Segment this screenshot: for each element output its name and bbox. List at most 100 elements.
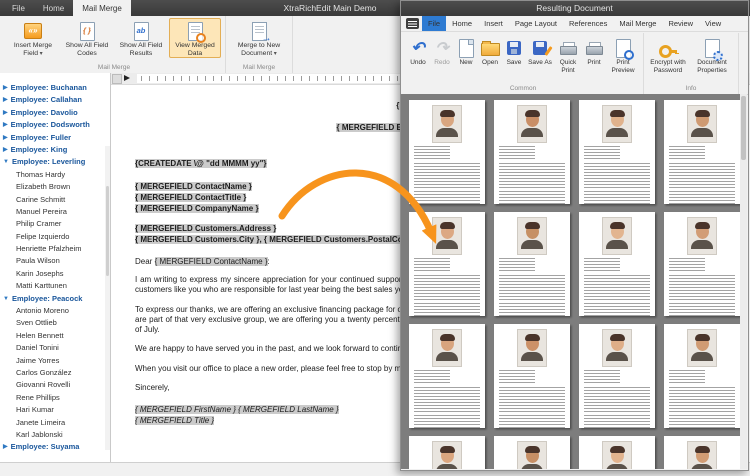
employee-tree-item[interactable]: Employee: Callahan <box>0 94 110 106</box>
employee-tree-item[interactable]: Carlos González <box>0 367 110 379</box>
employee-tree-item[interactable]: Jaime Yorres <box>0 355 110 367</box>
new-document-icon <box>458 38 474 58</box>
group-caption: Common <box>509 85 537 92</box>
employee-tree-item[interactable]: Philip Cramer <box>0 218 110 230</box>
open-button[interactable]: Open <box>478 35 502 68</box>
right-ribbon: Undo Redo New Open <box>401 32 748 95</box>
save-as-icon <box>533 38 547 58</box>
document-page-thumbnail[interactable] <box>579 212 655 316</box>
ribbon-tab[interactable]: Home <box>446 16 478 31</box>
employee-tree-item[interactable]: Karin Josephs <box>0 268 110 280</box>
employee-tree-item[interactable]: Felipe Izquierdo <box>0 231 110 243</box>
employee-tree-item[interactable]: Antonio Moreno <box>0 305 110 317</box>
text-lines <box>499 415 565 428</box>
employee-tree-item[interactable]: Employee: Suyama <box>0 441 110 453</box>
document-page-thumbnail[interactable] <box>409 324 485 428</box>
merge-field: { MERGEFIELD Customers.City }, { MERGEFI… <box>135 235 412 244</box>
document-page-thumbnail[interactable] <box>494 100 570 204</box>
document-page-thumbnail[interactable] <box>664 324 740 428</box>
employee-tree-item[interactable]: Employee: Leverling <box>0 156 110 168</box>
employee-tree-item[interactable]: Daniel Tonini <box>0 342 110 354</box>
ribbon-tab[interactable]: View <box>699 16 727 31</box>
employee-tree-item[interactable]: Employee: Peacock <box>0 293 110 305</box>
vertical-scrollbar[interactable] <box>740 94 747 469</box>
ribbon-tab[interactable]: Home <box>34 0 73 16</box>
ribbon-tab[interactable]: Mail Merge <box>73 0 131 16</box>
employee-tree-item[interactable]: Paula Wilson <box>0 255 110 267</box>
text-lines <box>584 191 650 204</box>
text-lines <box>414 370 451 383</box>
indent-marker-icon[interactable] <box>124 75 130 81</box>
employee-tree-item[interactable]: Employee: Buchanan <box>0 82 110 94</box>
ribbon-tab[interactable]: Mail Merge <box>613 16 662 31</box>
employee-tree-item[interactable]: Rene Phillips <box>0 392 110 404</box>
text-lines <box>414 303 480 316</box>
document-page-thumbnail[interactable] <box>409 212 485 316</box>
employee-tree-item[interactable]: Employee: Dodsworth <box>0 119 110 131</box>
sidebar-scrollbar[interactable] <box>105 146 110 450</box>
document-page-thumbnail[interactable] <box>664 436 740 469</box>
app-menu-icon[interactable] <box>406 18 419 29</box>
employee-tree-item[interactable]: Carine Schmitt <box>0 194 110 206</box>
employee-tree-item[interactable]: Giovanni Rovelli <box>0 379 110 391</box>
ribbon-group-mail-merge-1: Insert Merge Field Show All Field Codes … <box>3 16 226 73</box>
document-page-thumbnail[interactable] <box>409 436 485 469</box>
employee-tree-item[interactable]: Helen Bennett <box>0 330 110 342</box>
undo-button[interactable]: Undo <box>406 35 430 68</box>
show-all-field-results-button[interactable]: Show All Field Results <box>115 18 167 58</box>
print-button[interactable]: Print <box>582 35 606 68</box>
text-lines <box>414 387 480 412</box>
employee-tree-item[interactable]: Karl Jablonski <box>0 429 110 441</box>
document-page-thumbnail[interactable] <box>664 212 740 316</box>
employee-tree-item[interactable]: Elizabeth Brown <box>0 181 110 193</box>
document-page-thumbnail[interactable] <box>579 436 655 469</box>
document-page-thumbnail[interactable] <box>579 100 655 204</box>
document-page-thumbnail[interactable] <box>494 324 570 428</box>
save-button[interactable]: Save <box>502 35 526 68</box>
employee-tree-item[interactable]: Manuel Pereira <box>0 206 110 218</box>
text-lines <box>584 303 650 316</box>
text-lines <box>499 191 565 204</box>
employee-tree-item[interactable]: Employee: King <box>0 144 110 156</box>
employee-tree-item[interactable]: Henriette Pfalzheim <box>0 243 110 255</box>
ribbon-tab[interactable]: References <box>563 16 613 31</box>
ribbon-tab[interactable]: File <box>422 16 447 31</box>
tab-stop-selector[interactable] <box>112 74 122 84</box>
document-page-thumbnail[interactable] <box>494 212 570 316</box>
document-page-thumbnail[interactable] <box>664 100 740 204</box>
employee-tree-item[interactable]: Matti Karttunen <box>0 280 110 292</box>
employee-tree-item[interactable]: Hari Kumar <box>0 404 110 416</box>
employee-tree-item[interactable]: Janete Limeira <box>0 417 110 429</box>
text-lines <box>669 370 706 383</box>
quick-print-button[interactable]: Quick Print <box>554 35 582 75</box>
employee-tree-item[interactable]: Employee: Davolio <box>0 107 110 119</box>
ribbon-tab[interactable]: Insert <box>478 16 509 31</box>
right-titlebar[interactable]: Resulting Document <box>401 1 748 16</box>
employee-tree-item[interactable]: Thomas Hardy <box>0 169 110 181</box>
document-page-thumbnail[interactable] <box>494 436 570 469</box>
text-lines <box>414 146 451 159</box>
merge-to-new-document-button[interactable]: Merge to New Document <box>230 18 288 59</box>
document-page-thumbnail[interactable] <box>579 324 655 428</box>
encrypt-with-password-button[interactable]: Encrypt with Password <box>647 35 689 75</box>
save-as-button[interactable]: Save As <box>526 35 554 68</box>
merge-field: {CREATEDATE \@ "dd MMMM yy"} <box>135 159 267 168</box>
show-all-field-codes-button[interactable]: Show All Field Codes <box>61 18 113 58</box>
text-lines <box>584 387 650 412</box>
text-lines <box>669 387 735 412</box>
group-caption: Mail Merge <box>97 64 131 71</box>
employee-photo <box>432 329 462 367</box>
document-page-thumbnail[interactable] <box>409 100 485 204</box>
employee-tree-item[interactable]: Employee: Fuller <box>0 132 110 144</box>
employee-photo <box>432 441 462 469</box>
view-merged-data-button[interactable]: View Merged Data <box>169 18 221 58</box>
employee-tree-item[interactable]: Sven Ottlieb <box>0 317 110 329</box>
ribbon-tab[interactable]: Review <box>662 16 699 31</box>
insert-merge-field-button[interactable]: Insert Merge Field <box>7 18 59 59</box>
document-properties-button[interactable]: Document Properties <box>689 35 735 75</box>
ribbon-tab[interactable]: Page Layout <box>509 16 563 31</box>
ribbon-tab[interactable]: File <box>3 0 34 16</box>
new-button[interactable]: New <box>454 35 478 68</box>
print-preview-button[interactable]: Print Preview <box>606 35 640 75</box>
redo-button[interactable]: Redo <box>430 35 454 68</box>
